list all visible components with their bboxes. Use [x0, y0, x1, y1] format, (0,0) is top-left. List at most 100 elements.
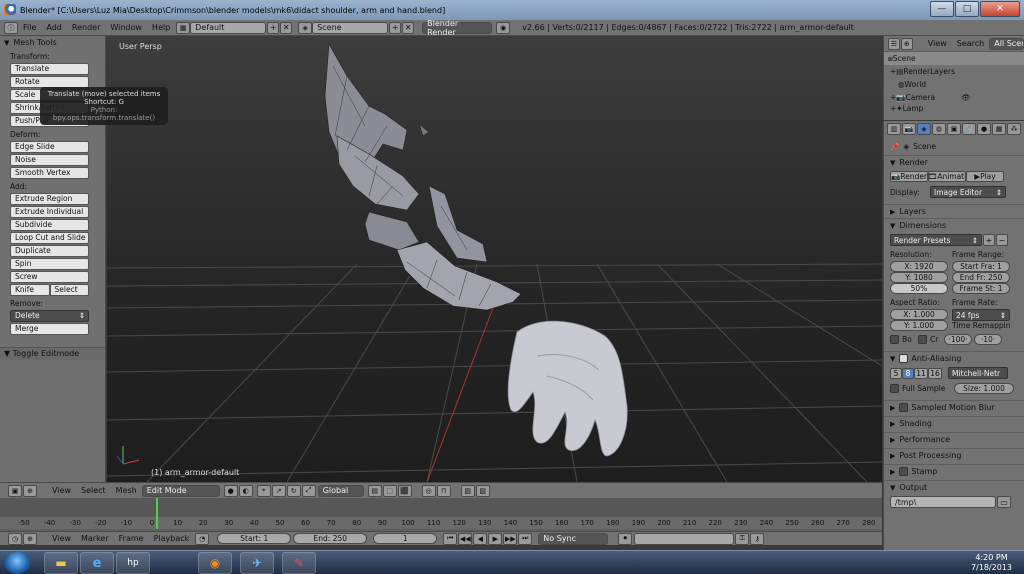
snap-magnet-icon[interactable]: ⊓ [436, 484, 451, 497]
add-preset-button[interactable]: + [983, 234, 995, 246]
insert-keyframe-icon[interactable]: ⚿ [735, 532, 750, 545]
render-panel-header[interactable]: ▼ Render [884, 155, 1024, 169]
object-tab-icon[interactable]: ▣ [947, 123, 961, 135]
hp-taskbar-button[interactable]: hp [116, 552, 150, 574]
current-frame-field[interactable]: 1 [373, 533, 438, 544]
auto-key-record-icon[interactable]: ⏺ [618, 532, 633, 545]
add-screen-button[interactable]: + [267, 21, 280, 34]
screen-layout-icon[interactable]: ▦ [176, 21, 191, 34]
preview-range-icon[interactable]: ◔ [195, 532, 210, 545]
minimize-button[interactable]: — [930, 1, 954, 17]
aa-samples-11[interactable]: 11 [914, 367, 928, 379]
shading-sphere-icon[interactable]: ● [223, 484, 238, 497]
stamp-checkbox[interactable] [899, 467, 909, 476]
timeline-collapse-icon[interactable]: ⊕ [23, 532, 37, 545]
fps-select[interactable]: 24 fps ⇕ [952, 309, 1010, 321]
knife-select-button[interactable]: Select [49, 284, 89, 296]
edge-slide-button[interactable]: Edge Slide [10, 141, 89, 153]
scene-field[interactable]: Scene [312, 21, 389, 34]
ie-taskbar-button[interactable]: e [80, 552, 114, 574]
dimensions-panel-header[interactable]: ▼ Dimensions [884, 218, 1024, 232]
close-button[interactable]: ✕ [980, 1, 1020, 17]
scene-icon[interactable]: ◈ [298, 21, 313, 34]
render-presets-select[interactable]: Render Presets ⇕ [890, 234, 982, 246]
vertex-select-icon[interactable]: ⬚ [382, 484, 397, 497]
render-preview-icon[interactable]: ▨ [460, 484, 475, 497]
delete-menu[interactable]: Delete ⇕ [10, 310, 89, 322]
stamp-panel-header[interactable]: ▶ Stamp [884, 464, 1024, 478]
resolution-percentage-slider[interactable]: 50% [890, 283, 948, 294]
filter-size-field[interactable]: Size: 1.000 [954, 383, 1014, 394]
outliner-row-lamp[interactable]: + ✦ Lamp [884, 104, 1024, 112]
outliner-row-scene[interactable]: ⧈ Scene [884, 52, 1024, 65]
menu-file[interactable]: File [18, 23, 41, 32]
remove-scene-button[interactable]: ✕ [402, 21, 415, 34]
outliner-row-world[interactable]: ◍ World [884, 78, 1024, 91]
translate-button[interactable]: Translate [10, 63, 89, 75]
render-anim-icon[interactable]: ▧ [475, 484, 490, 497]
shading-panel-header[interactable]: ▶ Shading [884, 416, 1024, 430]
jump-key-back-icon[interactable]: ◀◀ [458, 532, 473, 545]
border-checkbox[interactable] [890, 335, 899, 344]
play-animation-button[interactable]: ▶ Play [966, 171, 1004, 182]
aspect-x-field[interactable]: X: 1.000 [890, 309, 948, 320]
system-clock[interactable]: 4:20 PM 7/18/2013 [971, 553, 1012, 573]
menu-add[interactable]: Add [41, 23, 67, 32]
extrude-region-button[interactable]: Extrude Region [10, 193, 89, 205]
display-select[interactable]: Image Editor ⇕ [930, 186, 1006, 198]
toggle-editmode-panel[interactable]: ▼ Toggle Editmode [0, 347, 105, 360]
editor-type-cube-icon[interactable]: ▣ [8, 484, 22, 497]
render-image-button[interactable]: 📷 Render [890, 171, 928, 182]
extrude-individual-button[interactable]: Extrude Individual [10, 206, 89, 218]
screw-button[interactable]: Screw [10, 271, 89, 283]
motion-blur-checkbox[interactable] [899, 403, 909, 412]
render-engine-select[interactable]: Blender Render [422, 19, 493, 37]
full-sample-checkbox[interactable] [890, 384, 899, 393]
output-path-field[interactable]: /tmp\ [890, 496, 996, 508]
3d-viewport[interactable]: User Persp (1) arm_armor-default [107, 36, 882, 482]
rotate-manipulator-icon[interactable]: ↻ [286, 484, 301, 497]
screen-layout-field[interactable]: Default [190, 21, 267, 34]
aa-filter-select[interactable]: Mitchell-Netr [948, 367, 1008, 379]
timeline-menu-playback[interactable]: Playback [149, 534, 195, 543]
proportional-edit-icon[interactable]: ◎ [421, 484, 436, 497]
anti-aliasing-panel-header[interactable]: ▼ Anti-Aliasing [884, 351, 1024, 365]
translate-manipulator-icon[interactable]: ↗ [271, 484, 286, 497]
outliner-filter-select[interactable]: All Scenes [989, 37, 1024, 50]
outliner-collapse-icon[interactable]: ⊕ [900, 37, 913, 50]
texture-tab-icon[interactable]: ▦ [992, 123, 1006, 135]
pivot-icon[interactable]: ◐ [238, 484, 253, 497]
maximize-button[interactable]: □ [955, 1, 979, 17]
jump-start-icon[interactable]: ⏮ [443, 532, 458, 545]
duplicate-button[interactable]: Duplicate [10, 245, 89, 257]
menu-select[interactable]: Select [76, 486, 111, 495]
menu-render[interactable]: Render [67, 23, 105, 32]
world-tab-icon[interactable]: ◍ [932, 123, 946, 135]
menu-window[interactable]: Window [105, 23, 147, 32]
remap-new-field[interactable]: ·10· [974, 334, 1002, 345]
outliner-menu-search[interactable]: Search [952, 39, 989, 48]
jump-key-forward-icon[interactable]: ▶▶ [503, 532, 518, 545]
start-button[interactable] [4, 552, 30, 574]
timeline[interactable]: -50 -40 -30 -20 -10 0 10 20 30 40 50 60 70 80 90 100 110… [0, 498, 882, 531]
outliner-menu-view[interactable]: View [923, 39, 952, 48]
motion-blur-panel-header[interactable]: ▶ Sampled Motion Blur [884, 400, 1024, 414]
outliner-editor-icon[interactable]: ☰ [888, 37, 900, 50]
aa-samples-5[interactable]: 5 [890, 367, 902, 379]
frame-step-field[interactable]: Frame St: 1 [952, 283, 1010, 294]
particles-tab-icon[interactable]: ⁂ [1007, 123, 1021, 135]
menu-help[interactable]: Help [147, 23, 175, 32]
render-animation-button[interactable]: 🎞 Animati [928, 171, 966, 182]
visibility-eye-icon[interactable]: 👁 [961, 93, 971, 102]
spin-button[interactable]: Spin [10, 258, 89, 270]
end-frame-field[interactable]: End: 250 [293, 533, 368, 544]
end-frame-field[interactable]: End Fr: 250 [952, 272, 1010, 283]
loop-cut-button[interactable]: Loop Cut and Slide [10, 232, 89, 244]
mode-select[interactable]: Edit Mode [141, 484, 220, 497]
anti-aliasing-checkbox[interactable] [899, 354, 909, 363]
aa-samples-8[interactable]: 8 [902, 367, 914, 379]
material-tab-icon[interactable]: ● [977, 123, 991, 135]
noise-button[interactable]: Noise [10, 154, 89, 166]
timeline-menu-marker[interactable]: Marker [76, 534, 114, 543]
resolution-x-field[interactable]: X: 1920 [890, 261, 948, 272]
